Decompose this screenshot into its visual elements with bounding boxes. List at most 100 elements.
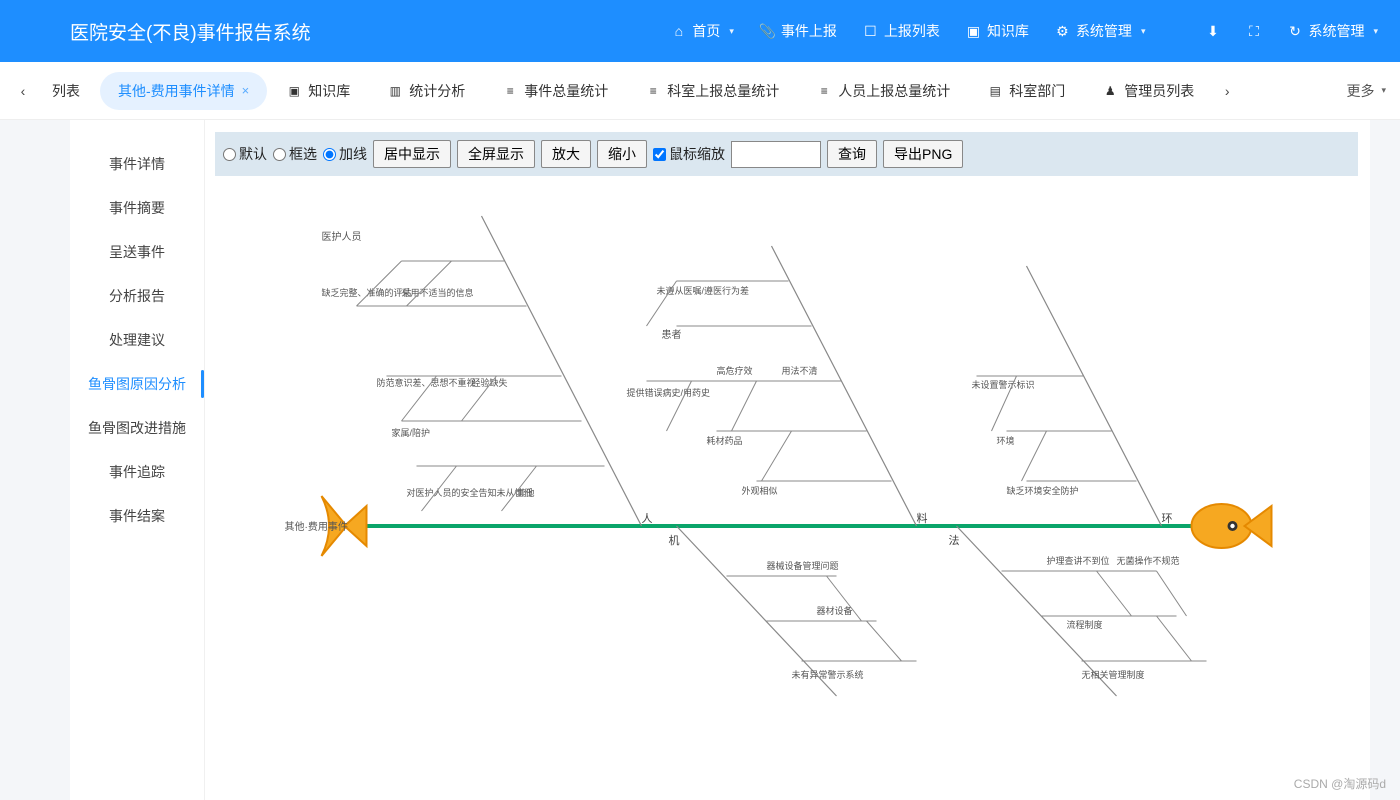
radio-default[interactable]: 默认: [223, 144, 267, 164]
tab-knowledge[interactable]: ▣ 知识库: [269, 72, 368, 110]
fishbone-diagram[interactable]: 其他·费用事件 人 医护人员 缺乏完整、准确的评估 采用不适当的信息 防范意识差…: [215, 176, 1358, 736]
svg-text:环境: 环境: [997, 435, 1015, 446]
download-icon[interactable]: ⬇: [1205, 24, 1220, 39]
svg-text:环: 环: [1162, 513, 1173, 525]
sidebar-item-fishbone-improve[interactable]: 鱼骨图改进措施: [70, 406, 204, 450]
chevron-down-icon: ▾: [1141, 26, 1146, 37]
tab-dept[interactable]: ▤ 科室部门: [970, 72, 1083, 110]
svg-text:器械设备管理问题: 器械设备管理问题: [767, 560, 839, 571]
tab-list[interactable]: 列表: [34, 72, 98, 110]
sidebar-item-suggest[interactable]: 处理建议: [70, 318, 204, 362]
radio-box[interactable]: 框选: [273, 144, 317, 164]
svg-text:未有异常警示系统: 未有异常警示系统: [792, 669, 864, 680]
lines-icon: ≡: [646, 84, 660, 98]
nav-label: 事件上报: [781, 21, 837, 41]
svg-text:采用不适当的信息: 采用不适当的信息: [402, 287, 474, 298]
btn-export-png[interactable]: 导出PNG: [883, 140, 963, 168]
nav-report-list[interactable]: ☐ 上报列表: [863, 21, 940, 41]
svg-text:缺乏环境安全防护: 缺乏环境安全防护: [1007, 485, 1079, 496]
nav-label: 系统管理: [1076, 21, 1132, 41]
tab-stats[interactable]: ▥统计分析: [370, 72, 483, 110]
top-nav: 医院安全(不良)事件报告系统 ⌂ 首页 ▾ 📎 事件上报 ☐ 上报列表 ▣ 知识…: [0, 0, 1400, 62]
svg-text:护理查讲不到位: 护理查讲不到位: [1047, 555, 1110, 566]
diagram-toolbar: 默认 框选 加线 居中显示 全屏显示 放大 缩小 鼠标缩放 查询 导出PNG: [215, 132, 1358, 176]
svg-text:患者: 患者: [662, 329, 682, 341]
tab-total[interactable]: ≡ 事件总量统计: [485, 72, 626, 110]
sidebar-item-submit[interactable]: 呈送事件: [70, 230, 204, 274]
nav-knowledge[interactable]: ▣ 知识库: [966, 21, 1029, 41]
sidebar-item-fishbone-cause[interactable]: 鱼骨图原因分析: [70, 362, 204, 406]
tab-dept-total[interactable]: ≡ 科室上报总量统计: [628, 72, 797, 110]
list-box-icon: ☐: [863, 24, 878, 39]
tab-label: 科室部门: [1009, 81, 1065, 101]
home-icon: ⌂: [671, 24, 686, 39]
nav-system[interactable]: ⚙ 系统管理 ▾: [1055, 21, 1146, 41]
svg-text:医护人员: 医护人员: [322, 230, 362, 243]
fullscreen-icon[interactable]: ⛶: [1246, 24, 1261, 39]
svg-text:料: 料: [917, 511, 928, 525]
refresh-icon: ↻: [1287, 24, 1302, 39]
tab-person-total[interactable]: ≡ 人员上报总量统计: [799, 72, 968, 110]
nav-label: 上报列表: [884, 21, 940, 41]
btn-zoom-in[interactable]: 放大: [541, 140, 591, 168]
nav-label: 知识库: [987, 21, 1029, 41]
sidebar-item-detail[interactable]: 事件详情: [70, 142, 204, 186]
nav-home[interactable]: ⌂ 首页 ▾: [671, 21, 734, 41]
sidebar-item-summary[interactable]: 事件摘要: [70, 186, 204, 230]
svg-text:人: 人: [642, 512, 653, 525]
sidebar-item-analysis[interactable]: 分析报告: [70, 274, 204, 318]
tab-label: 事件总量统计: [524, 81, 608, 101]
tabs-next[interactable]: ›: [1218, 82, 1236, 100]
svg-text:法: 法: [949, 533, 960, 547]
svg-text:无相关管理制度: 无相关管理制度: [1082, 669, 1145, 680]
main-panel: 事件详情 事件摘要 呈送事件 分析报告 处理建议 鱼骨图原因分析 鱼骨图改进措施…: [70, 120, 1370, 800]
tab-label: 统计分析: [409, 81, 465, 101]
lines-icon: ≡: [503, 84, 517, 98]
chevron-down-icon: ▾: [1381, 85, 1386, 96]
gear-icon: ⚙: [1055, 24, 1070, 39]
svg-text:提供错误病史/用药史: 提供错误病史/用药史: [627, 387, 711, 398]
book-icon: ▣: [966, 24, 981, 39]
sidebar-item-track[interactable]: 事件追踪: [70, 450, 204, 494]
sidebar: 事件详情 事件摘要 呈送事件 分析报告 处理建议 鱼骨图原因分析 鱼骨图改进措施…: [70, 120, 205, 800]
btn-center[interactable]: 居中显示: [373, 140, 451, 168]
svg-text:无菌操作不规范: 无菌操作不规范: [1117, 555, 1180, 566]
svg-text:家属/陪护: 家属/陪护: [392, 427, 431, 438]
tabs-more[interactable]: 更多▾: [1346, 81, 1386, 101]
btn-zoom-out[interactable]: 缩小: [597, 140, 647, 168]
paperclip-icon: 📎: [760, 24, 775, 39]
svg-text:防范意识差、思想不重视: 防范意识差、思想不重视: [377, 377, 476, 388]
nav-report[interactable]: 📎 事件上报: [760, 21, 837, 41]
tab-detail[interactable]: 其他-费用事件详情 ×: [100, 72, 267, 110]
close-icon[interactable]: ×: [242, 83, 250, 98]
tab-admin[interactable]: ♟ 管理员列表: [1085, 72, 1212, 110]
tab-label: 管理员列表: [1124, 81, 1194, 101]
lines-icon: ≡: [817, 84, 831, 98]
nav-items: ⌂ 首页 ▾ 📎 事件上报 ☐ 上报列表 ▣ 知识库 ⚙ 系统管理 ▾ ⬇ ⛶ …: [671, 21, 1378, 41]
svg-text:流程制度: 流程制度: [1067, 619, 1103, 630]
tab-label: 知识库: [308, 81, 350, 101]
btn-fullscreen[interactable]: 全屏显示: [457, 140, 535, 168]
radio-line[interactable]: 加线: [323, 144, 367, 164]
tab-label: 列表: [52, 81, 80, 101]
query-input[interactable]: [731, 141, 821, 168]
user-icon: ♟: [1103, 84, 1117, 98]
tabs-prev[interactable]: ‹: [14, 82, 32, 100]
btn-query[interactable]: 查询: [827, 140, 877, 168]
svg-text:经验缺失: 经验缺失: [472, 377, 508, 388]
tab-label: 人员上报总量统计: [838, 81, 950, 101]
root-label: 其他·费用事件: [285, 520, 348, 533]
chevron-down-icon: ▾: [729, 26, 734, 37]
tab-label: 科室上报总量统计: [667, 81, 779, 101]
nav-system-right[interactable]: ↻ 系统管理 ▾: [1287, 21, 1378, 41]
dept-icon: ▤: [988, 84, 1002, 98]
check-mouse-zoom[interactable]: 鼠标缩放: [653, 144, 725, 164]
chevron-down-icon: ▾: [1373, 26, 1378, 37]
svg-text:用法不清: 用法不清: [782, 365, 818, 376]
tab-strip: ‹ 列表 其他-费用事件详情 × ▣ 知识库 ▥统计分析 ≡ 事件总量统计 ≡ 科室上…: [0, 62, 1400, 120]
sidebar-item-close[interactable]: 事件结案: [70, 494, 204, 538]
nav-label: 首页: [692, 21, 720, 41]
book-icon: ▣: [287, 84, 301, 98]
svg-text:对医护人员的安全告知未从性低: 对医护人员的安全告知未从性低: [407, 487, 533, 498]
svg-text:外观相似: 外观相似: [742, 485, 778, 496]
